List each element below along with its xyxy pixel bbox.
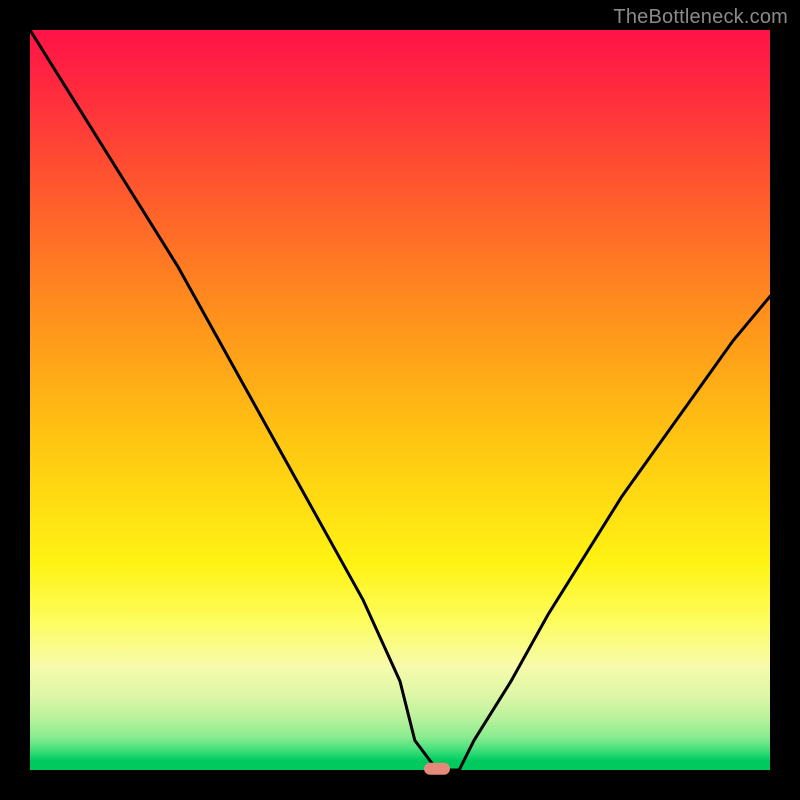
chart-frame: TheBottleneck.com [0, 0, 800, 800]
bottleneck-curve [30, 30, 770, 770]
plot-area [30, 30, 770, 770]
optimal-point-marker [424, 763, 450, 775]
watermark-text: TheBottleneck.com [613, 6, 788, 29]
